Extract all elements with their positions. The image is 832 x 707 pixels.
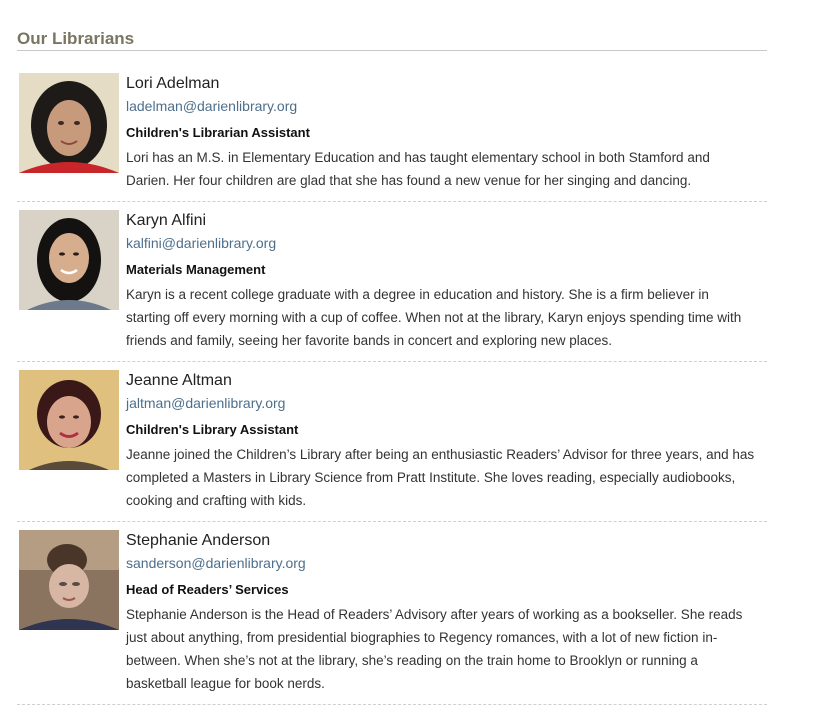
librarian-role: Children's Librarian Assistant [126, 125, 310, 140]
librarian-name: Lori Adelman [126, 75, 220, 92]
librarian-email-link[interactable]: jaltman@darienlibrary.org [126, 394, 285, 412]
entry-divider [17, 704, 767, 705]
entry-divider [17, 201, 767, 202]
librarian-role: Head of Readers’ Services [126, 582, 289, 597]
librarian-email-link[interactable]: sanderson@darienlibrary.org [126, 554, 306, 572]
section-title: Our Librarians [17, 29, 135, 48]
entry-divider [17, 521, 767, 522]
librarian-email-link[interactable]: ladelman@darienlibrary.org [126, 97, 297, 115]
librarian-name: Karyn Alfini [126, 212, 207, 229]
librarian-photo [19, 530, 119, 630]
librarian-email-link[interactable]: kalfini@darienlibrary.org [126, 234, 276, 252]
librarian-photo [19, 73, 119, 173]
librarian-name: Stephanie Anderson [126, 532, 271, 549]
entry-divider [17, 361, 767, 362]
librarian-role: Children's Library Assistant [126, 422, 299, 437]
librarian-photo [19, 210, 119, 310]
librarian-bio: Lori has an M.S. in Elementary Education… [126, 150, 710, 188]
librarian-bio: Stephanie Anderson is the Head of Reader… [126, 607, 743, 691]
librarian-bio: Karyn is a recent college graduate with … [126, 287, 742, 348]
librarian-role: Materials Management [126, 262, 266, 277]
title-divider [17, 50, 767, 51]
librarian-name: Jeanne Altman [126, 372, 232, 389]
librarian-bio: Jeanne joined the Children’s Library aft… [126, 447, 755, 508]
librarian-photo [19, 370, 119, 470]
